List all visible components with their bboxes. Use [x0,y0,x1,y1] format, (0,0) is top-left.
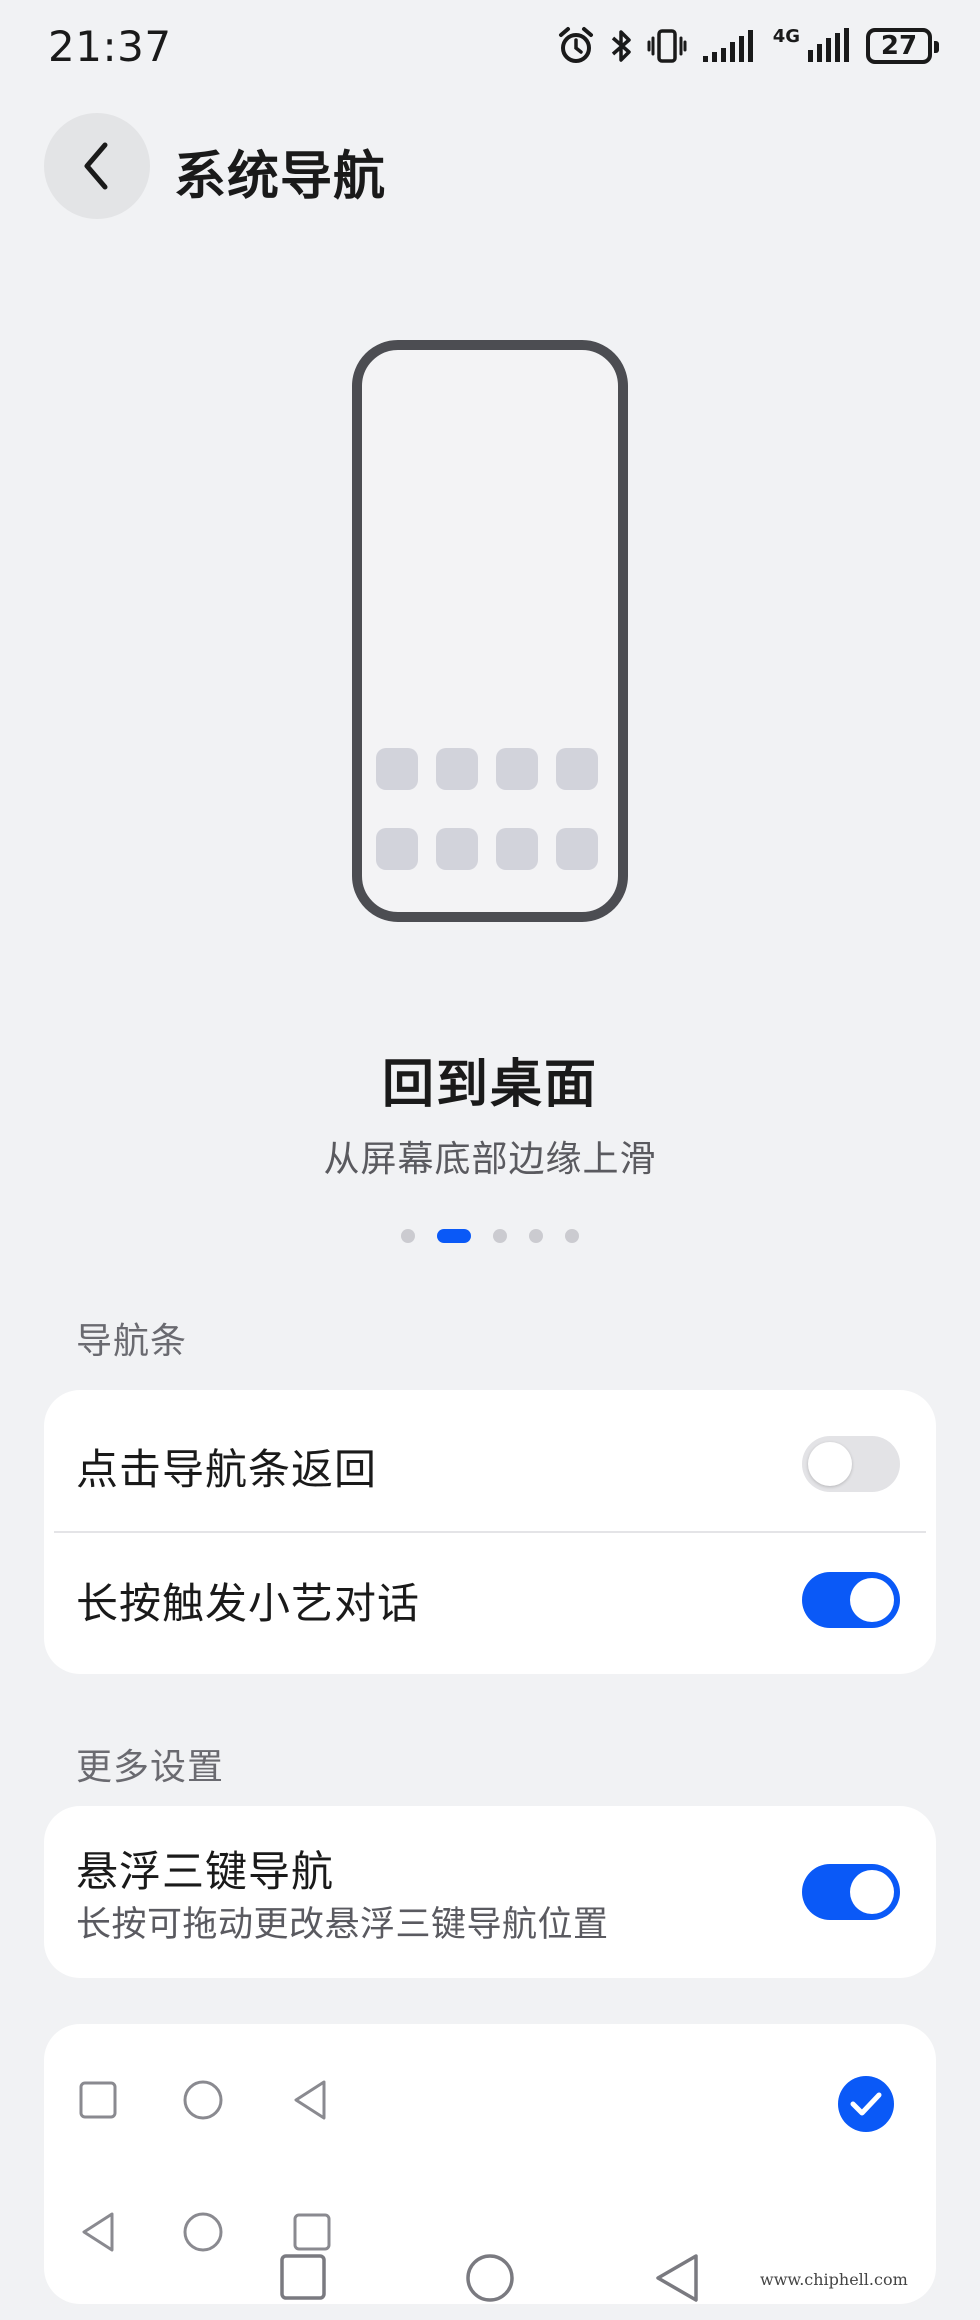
setting-row-long-press[interactable]: 长按触发小艺对话 [44,1532,936,1674]
setting-row-tap-back[interactable]: 点击导航条返回 [44,1390,936,1532]
status-time: 21:37 [48,22,172,71]
pager-dot[interactable] [565,1229,579,1243]
triangle-back-icon [294,2080,326,2120]
pager-dot[interactable] [529,1229,543,1243]
floating-nav-card: 悬浮三键导航 长按可拖动更改悬浮三键导航位置 [44,1806,936,1978]
bluetooth-icon [611,30,631,62]
vibrate-icon [647,29,687,63]
watermark: www.chiphell.com [760,2270,908,2289]
setting-label: 悬浮三键导航 [76,1847,335,1896]
alarm-icon [558,27,593,63]
circle-icon[interactable] [464,2252,516,2304]
status-bar: 21:37 4G 27 [0,0,980,100]
setting-label: 长按触发小艺对话 [76,1579,421,1628]
square-icon [79,2081,117,2119]
setting-row-floating[interactable]: 悬浮三键导航 长按可拖动更改悬浮三键导航位置 [44,1806,936,1978]
circle-icon [183,2080,223,2120]
pager-dot-active[interactable] [437,1229,471,1243]
app-tile [556,748,598,790]
pager-dot[interactable] [493,1229,507,1243]
network-type: 4G [772,25,800,47]
section-label-nav-bar: 导航条 [76,1321,188,1362]
triangle-back-icon[interactable] [652,2252,702,2304]
signal-icon [702,30,753,62]
tap-back-toggle[interactable] [802,1436,900,1492]
gesture-title: 回到桌面 [381,1055,598,1115]
signal-4g-icon [808,28,849,62]
app-tile [376,748,418,790]
status-icons: 4G 27 [557,25,939,66]
long-press-toggle[interactable] [802,1572,900,1628]
page-title: 系统导航 [174,147,387,207]
setting-label: 点击导航条返回 [76,1445,378,1494]
app-tile [496,748,538,790]
section-label-more: 更多设置 [76,1747,225,1788]
app-tile [436,828,478,870]
square-icon[interactable] [278,2252,328,2302]
pager-dot[interactable] [401,1229,415,1243]
app-grid [376,748,606,870]
setting-description: 长按可拖动更改悬浮三键导航位置 [76,1905,609,1945]
circle-icon [183,2212,223,2252]
selected-check-icon [838,2076,894,2132]
back-button[interactable] [44,113,150,219]
triangle-back-icon [82,2212,114,2252]
screen: 21:37 4G 27 系统导航 回到桌面 从屏幕底部边缘上滑 导航条 点击导航… [0,0,980,2320]
gesture-illustration [352,340,628,922]
gesture-subtitle: 从屏幕底部边缘上滑 [323,1139,657,1180]
app-tile [436,748,478,790]
app-tile [556,828,598,870]
floating-nav-toggle[interactable] [802,1864,900,1920]
page-indicator[interactable] [0,1229,980,1243]
nav-bar-card: 点击导航条返回 长按触发小艺对话 [44,1390,936,1674]
layout-option-1[interactable] [44,2024,936,2164]
app-tile [496,828,538,870]
chevron-left-icon [84,142,108,190]
battery-icon: 27 [866,28,939,64]
square-icon [293,2213,331,2251]
app-tile [376,828,418,870]
